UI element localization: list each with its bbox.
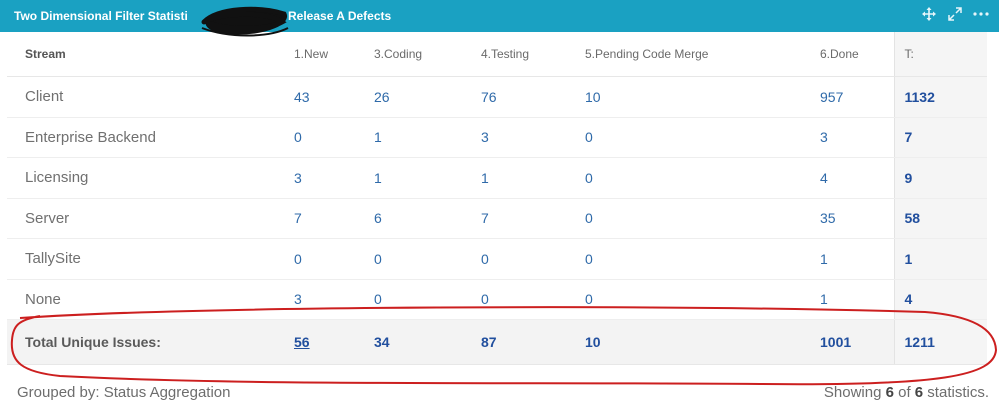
table-row: Enterprise Backend 0 1 3 0 3 7 (7, 117, 987, 158)
cell-count[interactable]: 26 (356, 76, 463, 118)
total-new[interactable]: 56 (276, 319, 356, 365)
cell-count[interactable]: 6 (356, 198, 463, 239)
gadget-title-suffix: Release A Defects (288, 9, 392, 23)
cell-count[interactable]: 3 (463, 117, 567, 158)
gadget-title-bar[interactable]: Two Dimensional Filter Statisti Release … (0, 0, 999, 37)
row-stream-name: None (7, 279, 276, 320)
cell-count[interactable]: 1 (463, 157, 567, 199)
table-row: Licensing 3 1 1 0 4 9 (7, 157, 987, 199)
cell-count[interactable]: 1 (356, 117, 463, 158)
table-row: TallySite 0 0 0 0 1 1 (7, 238, 987, 280)
cell-count[interactable]: 3 (802, 117, 894, 158)
cell-count[interactable]: 76 (463, 76, 567, 118)
gadget-actions (921, 6, 989, 22)
total-testing[interactable]: 87 (463, 319, 567, 365)
cell-count[interactable]: 1 (802, 238, 894, 280)
showing-statistics-label: Showing 6 of 6 statistics. (824, 384, 989, 401)
cell-count[interactable]: 0 (567, 117, 802, 158)
cell-count[interactable]: 7 (276, 198, 356, 239)
cell-count[interactable]: 35 (802, 198, 894, 239)
row-total[interactable]: 58 (893, 198, 987, 239)
cell-count[interactable]: 0 (463, 279, 567, 320)
column-header-coding[interactable]: 3.Coding (356, 32, 463, 77)
cell-count[interactable]: 0 (276, 238, 356, 280)
more-icon[interactable] (973, 6, 989, 22)
total-pending-code-merge[interactable]: 10 (567, 319, 802, 365)
cell-count[interactable]: 1 (802, 279, 894, 320)
row-stream-name: Client (7, 76, 276, 118)
cell-count[interactable]: 3 (276, 279, 356, 320)
table-row: Client 43 26 76 10 957 1132 (7, 76, 987, 118)
row-stream-name: Licensing (7, 157, 276, 199)
cell-count[interactable]: 10 (567, 76, 802, 118)
column-header-done[interactable]: 6.Done (802, 32, 894, 77)
cell-count[interactable]: 0 (356, 279, 463, 320)
column-header-total[interactable]: T: (893, 32, 987, 77)
grand-total[interactable]: 1211 (893, 319, 987, 365)
total-done[interactable]: 1001 (802, 319, 894, 365)
cell-count[interactable]: 0 (567, 157, 802, 199)
cell-count[interactable]: 957 (802, 76, 894, 118)
cell-count[interactable]: 1 (356, 157, 463, 199)
totals-row: Total Unique Issues: 56 34 87 10 1001 12… (7, 319, 987, 365)
column-header-testing[interactable]: 4.Testing (463, 32, 567, 77)
total-coding[interactable]: 34 (356, 319, 463, 365)
cell-count[interactable]: 0 (567, 198, 802, 239)
column-header-pending-code-merge[interactable]: 5.Pending Code Merge (567, 32, 802, 77)
column-header-stream[interactable]: Stream (7, 32, 276, 77)
table-row: None 3 0 0 0 1 4 (7, 279, 987, 320)
cell-count[interactable]: 7 (463, 198, 567, 239)
row-stream-name: Server (7, 198, 276, 239)
row-stream-name: Enterprise Backend (7, 117, 276, 158)
row-total[interactable]: 1 (893, 238, 987, 280)
showing-mid: of (893, 384, 915, 401)
showing-prefix: Showing (823, 384, 886, 401)
row-total[interactable]: 7 (893, 117, 987, 158)
cell-count[interactable]: 43 (276, 76, 356, 118)
cell-count[interactable]: 0 (356, 238, 463, 280)
column-header-new[interactable]: 1.New (276, 32, 356, 77)
cell-count[interactable]: 0 (463, 238, 567, 280)
cell-count[interactable]: 4 (802, 157, 894, 199)
row-total[interactable]: 9 (893, 157, 987, 199)
cell-count[interactable]: 0 (276, 117, 356, 158)
two-dimensional-filter-gadget: Two Dimensional Filter Statisti Release … (0, 0, 999, 414)
expand-icon[interactable] (947, 6, 963, 22)
row-total[interactable]: 4 (893, 279, 987, 320)
showing-count: 6 (885, 384, 894, 401)
cell-count[interactable]: 0 (567, 279, 802, 320)
row-stream-name: TallySite (7, 238, 276, 280)
showing-suffix: statistics. (923, 384, 989, 401)
showing-total: 6 (914, 384, 924, 401)
gadget-title: Two Dimensional Filter Statisti (14, 9, 188, 23)
cell-count[interactable]: 0 (567, 238, 802, 280)
table-row: Server 7 6 7 0 35 58 (7, 198, 987, 239)
table-header-row: Stream 1.New 3.Coding 4.Testing 5.Pendin… (7, 32, 987, 77)
totals-label: Total Unique Issues: (7, 319, 276, 365)
statistics-table: Stream 1.New 3.Coding 4.Testing 5.Pendin… (7, 32, 987, 365)
grouped-by-label: Grouped by: Status Aggregation (17, 384, 231, 401)
total-new-link[interactable]: 56 (294, 334, 310, 350)
move-icon[interactable] (921, 6, 937, 22)
cell-count[interactable]: 3 (276, 157, 356, 199)
row-total[interactable]: 1132 (893, 76, 987, 118)
